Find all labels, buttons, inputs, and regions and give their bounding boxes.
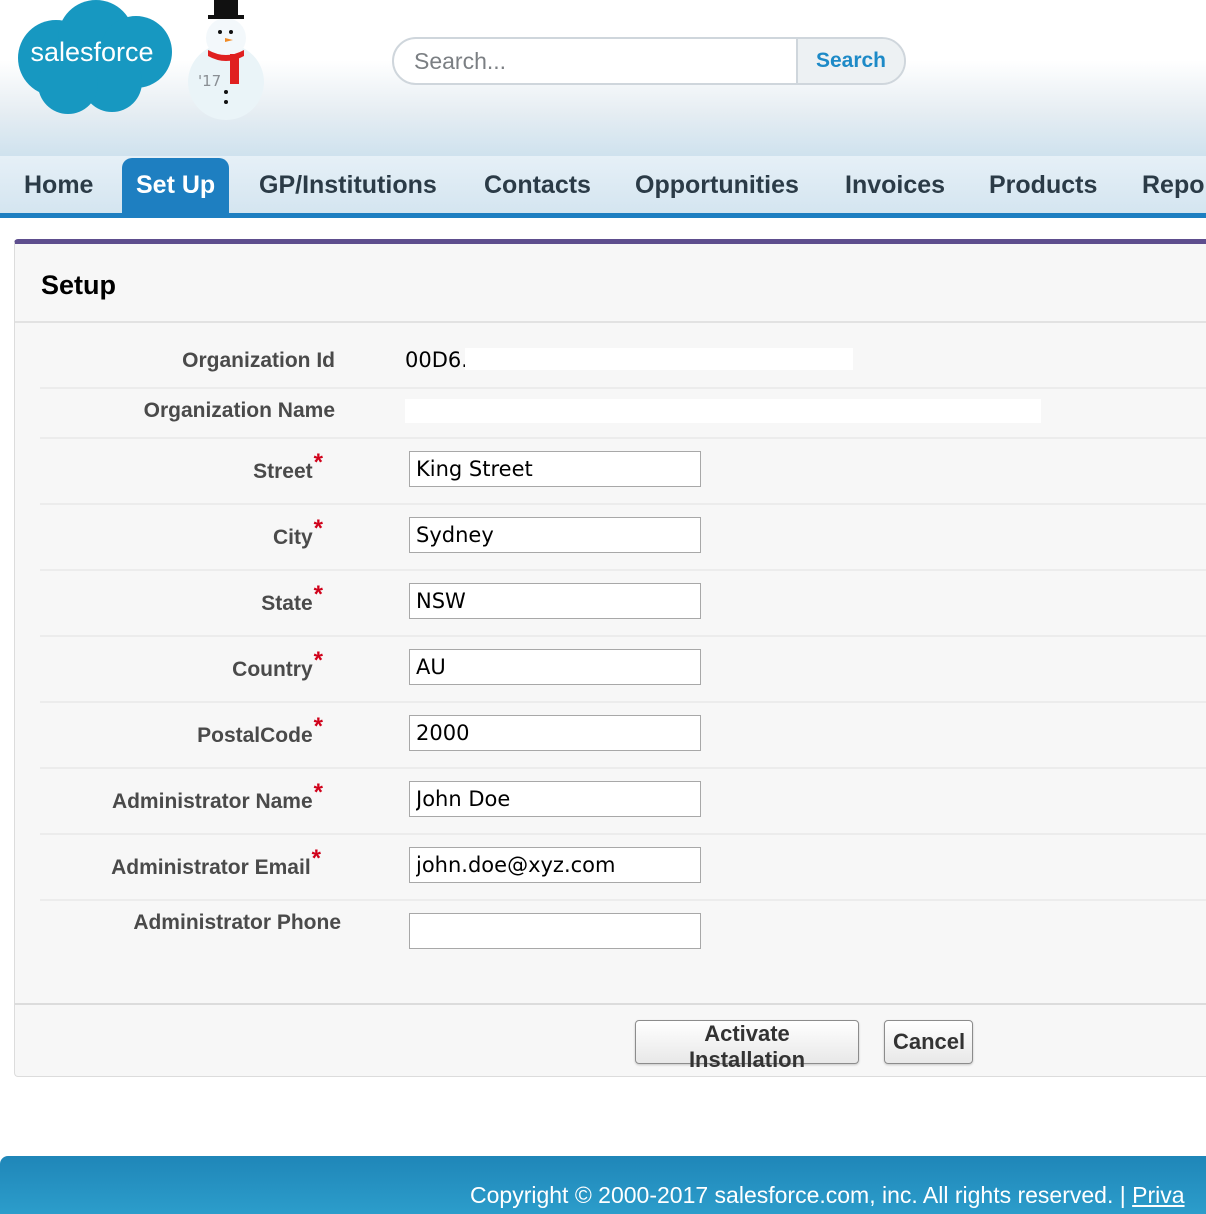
required-marker: * <box>313 515 323 542</box>
admin-email-field[interactable] <box>409 847 701 883</box>
row-divider <box>40 437 1206 439</box>
tab-invoices[interactable]: Invoices <box>845 156 945 213</box>
city-label: City* <box>15 515 323 551</box>
required-marker: * <box>311 845 321 872</box>
row-divider <box>40 569 1206 571</box>
admin-name-label-text: Administrator Name <box>111 790 313 813</box>
tab-reports[interactable]: Repo <box>1142 156 1205 213</box>
admin-email-label: Administrator Email* <box>15 845 321 881</box>
admin-email-label-text: Administrator Email <box>111 856 311 879</box>
country-label: Country* <box>15 647 323 683</box>
row-divider <box>40 387 1206 389</box>
tab-products[interactable]: Products <box>989 156 1097 213</box>
salesforce-logo[interactable]: salesforce <box>8 0 174 116</box>
tab-home[interactable]: Home <box>24 156 93 213</box>
year-badge: '17 <box>198 72 221 90</box>
setup-panel: Setup Organization Id 00D6. Organization… <box>14 239 1206 1077</box>
button-bar-divider <box>15 1003 1206 1005</box>
footer-text: Copyright © 2000-2017 salesforce.com, in… <box>470 1182 1185 1209</box>
required-marker: * <box>313 647 323 674</box>
required-marker: * <box>313 581 323 608</box>
postal-code-label-text: PostalCode <box>197 724 313 747</box>
main-nav-tabs: Home Set Up GP/Institutions Contacts Opp… <box>0 156 1206 218</box>
redacted-org-id <box>465 348 853 370</box>
search-input[interactable] <box>394 39 798 83</box>
org-id-value: 00D6. <box>405 348 468 372</box>
city-label-text: City <box>272 526 313 549</box>
street-label-text: Street <box>253 460 313 483</box>
org-id-label: Organization Id <box>182 349 335 372</box>
required-marker: * <box>313 779 323 806</box>
state-label-text: State <box>261 592 313 615</box>
snowman-17-badge: '17 <box>188 0 264 120</box>
copyright-text: Copyright © 2000-2017 salesforce.com, in… <box>470 1182 1126 1208</box>
row-divider <box>40 767 1206 769</box>
street-label: Street* <box>15 449 323 485</box>
admin-name-label: Administrator Name* <box>15 779 323 815</box>
row-divider <box>40 833 1206 835</box>
row-divider <box>40 635 1206 637</box>
logo-text: salesforce <box>30 37 153 67</box>
row-divider <box>40 899 1206 901</box>
activate-installation-button[interactable]: Activate Installation <box>635 1020 859 1072</box>
row-divider <box>40 701 1206 703</box>
page-header: salesforce '17 Search <box>0 0 1206 156</box>
tab-set-up[interactable]: Set Up <box>122 158 230 213</box>
redacted-org-name <box>405 399 1041 423</box>
street-field[interactable] <box>409 451 701 487</box>
page-footer: Copyright © 2000-2017 salesforce.com, in… <box>0 1156 1206 1214</box>
postal-code-field[interactable] <box>409 715 701 751</box>
tab-opportunities[interactable]: Opportunities <box>635 156 799 213</box>
required-marker: * <box>313 449 323 476</box>
row-divider <box>40 503 1206 505</box>
search-bar: Search <box>392 37 906 85</box>
tab-gp-institutions[interactable]: GP/Institutions <box>259 156 437 213</box>
state-field[interactable] <box>409 583 701 619</box>
city-field[interactable] <box>409 517 701 553</box>
org-name-label: Organization Name <box>143 399 335 422</box>
admin-phone-field[interactable] <box>409 913 701 949</box>
title-divider <box>15 321 1206 323</box>
state-label: State* <box>15 581 323 617</box>
required-marker: * <box>313 713 323 740</box>
country-label-text: Country <box>232 658 313 681</box>
privacy-link[interactable]: Priva <box>1132 1182 1184 1208</box>
page-title: Setup <box>41 270 117 300</box>
admin-phone-label: Administrator Phone <box>133 911 341 934</box>
cancel-button[interactable]: Cancel <box>884 1020 973 1064</box>
tab-contacts[interactable]: Contacts <box>484 156 591 213</box>
admin-name-field[interactable] <box>409 781 701 817</box>
postal-code-label: PostalCode* <box>15 713 323 749</box>
search-button[interactable]: Search <box>798 39 904 83</box>
country-field[interactable] <box>409 649 701 685</box>
